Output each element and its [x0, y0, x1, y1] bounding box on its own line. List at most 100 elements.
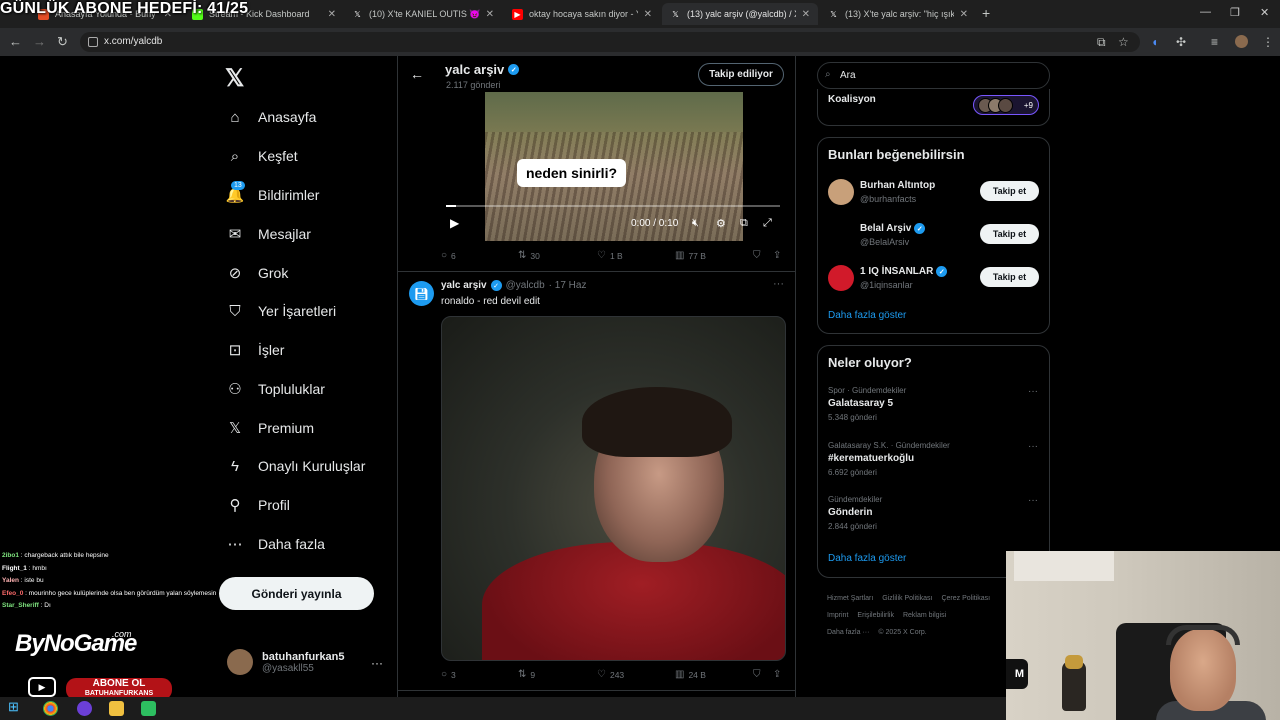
sidebar-item-1[interactable]: ⌂ Anasayfa: [226, 108, 316, 126]
sidebar-item-5[interactable]: ⊘ Grok: [226, 264, 289, 282]
pip-icon[interactable]: ⧉: [740, 217, 748, 230]
suggested-user-name[interactable]: Burhan Altıntop: [860, 180, 935, 191]
footer-link[interactable]: Erişilebilirlik: [857, 612, 894, 619]
suggested-user-name[interactable]: 1 IQ İNSANLAR ✓: [860, 266, 948, 277]
minimize-icon[interactable]: —: [1200, 6, 1211, 18]
account-switcher[interactable]: batuhanfurkan5 @yasakll55: [227, 649, 345, 675]
who-to-follow-item[interactable]: Burhan Altıntop @burhanfacts Takip et: [828, 177, 1043, 207]
sidebar-item-10[interactable]: ϟ Onaylı Kuruluşlar: [226, 457, 365, 475]
menu-icon[interactable]: ⋮: [1262, 35, 1274, 49]
following-button[interactable]: Takip ediliyor: [698, 63, 784, 86]
footer-link[interactable]: Gizlilik Politikası: [882, 595, 932, 602]
like-button[interactable]: ♡ 1 B: [597, 250, 623, 261]
avatar[interactable]: [828, 222, 854, 248]
who-to-follow-item[interactable]: Belal Arşiv ✓ @BelalArsiv Takip et: [828, 220, 1043, 250]
footer-link[interactable]: © 2025 X Corp.: [878, 629, 926, 636]
browser-tab-4[interactable]: ▶oktay hocaya sakın diyor - YouTube✕: [504, 3, 660, 25]
obs-icon[interactable]: [77, 701, 92, 716]
sidebar-item-4[interactable]: ✉ Mesajlar: [226, 225, 311, 243]
post-button[interactable]: Gönderi yayınla: [219, 577, 374, 610]
follow-button[interactable]: Takip et: [980, 267, 1039, 287]
sidebar-item-7[interactable]: ⊡ İşler: [226, 341, 285, 359]
koalisyon-bar[interactable]: Koalisyon +9: [817, 89, 1050, 126]
back-icon[interactable]: ←: [9, 34, 22, 49]
folder-icon[interactable]: [109, 701, 124, 716]
footer-link[interactable]: Reklam bilgisi: [903, 612, 946, 619]
sidebar-item-6[interactable]: ⛉ Yer İşaretleri: [226, 302, 336, 320]
bookmark-button[interactable]: ⛉: [753, 250, 761, 261]
follow-button[interactable]: Takip et: [980, 181, 1039, 201]
footer-link[interactable]: Çerez Politikası: [941, 595, 990, 602]
show-more-link[interactable]: Daha fazla göster: [828, 310, 906, 321]
video-player-1[interactable]: neden sinirli? ▶ 0:00 / 0:10 🔇︎ ⚙ ⧉ ⤢: [441, 92, 786, 241]
browser-tab-6[interactable]: 𝕏(13) X'te yalc arşiv: "hiç ışık yok...✕: [820, 3, 976, 25]
audio-icon[interactable]: ◖: [1151, 35, 1158, 49]
video-progress-bar[interactable]: [446, 205, 780, 207]
x-logo-icon[interactable]: 𝕏: [225, 64, 244, 93]
install-icon[interactable]: ⧉: [1097, 35, 1106, 50]
views-button[interactable]: ▥ 24 B: [675, 669, 706, 680]
close-window-icon[interactable]: ✕: [1260, 6, 1269, 19]
sidebar-item-2[interactable]: ⌕ Keşfet: [226, 147, 298, 165]
like-button[interactable]: ♡ 243: [597, 669, 624, 680]
browser-tab-3[interactable]: 𝕏(10) X'te KANIEL OUTIS 😈: "Ö...✕: [344, 3, 502, 25]
share-button[interactable]: ⇪: [773, 669, 781, 680]
back-arrow-icon[interactable]: ←: [410, 66, 424, 82]
sidebar-item-11[interactable]: ⚲ Profil: [226, 496, 290, 514]
repost-button[interactable]: ⇅ 30: [518, 250, 540, 261]
trend-item[interactable]: Spor · Gündemdekiler Galatasaray 5 5.348 g…: [828, 386, 1043, 422]
footer-link[interactable]: Hizmet Şartları: [827, 595, 873, 602]
share-button[interactable]: ⇪: [773, 250, 781, 261]
reply-button[interactable]: ○ 6: [441, 250, 456, 261]
sidebar-item-8[interactable]: ⚇ Topluluklar: [226, 380, 325, 398]
koalisyon-avatars[interactable]: +9: [973, 95, 1039, 115]
play-icon[interactable]: ▶: [450, 216, 459, 230]
who-to-follow-item[interactable]: 1 IQ İNSANLAR ✓ @1iqinsanlar Takip et: [828, 263, 1043, 293]
tweet-date[interactable]: · 17 Haz: [549, 280, 587, 291]
settings-icon[interactable]: ⚙: [716, 217, 726, 230]
close-icon[interactable]: ✕: [802, 9, 810, 20]
close-icon[interactable]: ✕: [644, 9, 652, 20]
tweet-author-handle[interactable]: @yalcdb: [506, 280, 545, 291]
fullscreen-icon[interactable]: ⤢: [763, 217, 772, 230]
trend-item[interactable]: Gündemdekiler Gönderin 2.844 gönderi ···: [828, 495, 1043, 531]
site-info-icon[interactable]: [88, 37, 98, 47]
chrome-icon[interactable]: [43, 701, 58, 716]
forward-icon[interactable]: →: [33, 34, 46, 49]
timeline[interactable]: ← yalc arşiv ✓ 2.117 gönderi Takip ediliy…: [397, 56, 796, 720]
repost-button[interactable]: ⇅ 9: [518, 669, 535, 680]
close-icon[interactable]: ✕: [486, 9, 494, 20]
avatar[interactable]: [828, 179, 854, 205]
show-more-link[interactable]: Daha fazla göster: [828, 553, 906, 564]
browser-tab-5-active[interactable]: 𝕏 (13) yalc arşiv (@yalcdb) / X ✕: [662, 3, 818, 25]
more-icon[interactable]: ···: [1028, 495, 1038, 506]
close-icon[interactable]: ✕: [960, 9, 968, 20]
tweet-avatar[interactable]: 💾︎: [409, 281, 434, 306]
url-input[interactable]: x.com/yalcdb: [80, 32, 1140, 52]
app-icon[interactable]: [141, 701, 156, 716]
suggested-user-name[interactable]: Belal Arşiv ✓: [860, 223, 926, 234]
mute-icon[interactable]: 🔇︎: [692, 217, 699, 230]
restore-icon[interactable]: ❐: [1230, 6, 1240, 19]
search-input[interactable]: Ara: [817, 62, 1050, 89]
more-icon[interactable]: ···: [1028, 441, 1038, 452]
tweet-author-name[interactable]: yalc arşiv: [441, 280, 487, 291]
bookmark-star-icon[interactable]: ☆: [1118, 35, 1129, 49]
more-icon[interactable]: ···: [773, 278, 784, 290]
more-icon[interactable]: ···: [371, 656, 383, 670]
browser-avatar[interactable]: [1235, 35, 1248, 48]
footer-link[interactable]: Imprint: [827, 612, 848, 619]
bookmark-button[interactable]: ⛉: [753, 669, 761, 680]
views-button[interactable]: ▥ 77 B: [675, 250, 706, 261]
trend-item[interactable]: Galatasaray S.K. · Gündemdekiler #keremat…: [828, 441, 1043, 477]
more-icon[interactable]: ···: [1028, 386, 1038, 397]
reload-icon[interactable]: ↻: [57, 34, 68, 50]
video-player-2[interactable]: [441, 316, 786, 661]
extensions-icon[interactable]: ✣: [1176, 35, 1186, 49]
sidebar-item-9[interactable]: 𝕏 Premium: [226, 419, 314, 437]
reply-button[interactable]: ○ 3: [441, 669, 456, 680]
footer-link[interactable]: Daha fazla ···: [827, 629, 869, 636]
windows-start-icon[interactable]: ⊞: [8, 699, 23, 714]
media-icon[interactable]: ≡: [1211, 35, 1218, 49]
follow-button[interactable]: Takip et: [980, 224, 1039, 244]
